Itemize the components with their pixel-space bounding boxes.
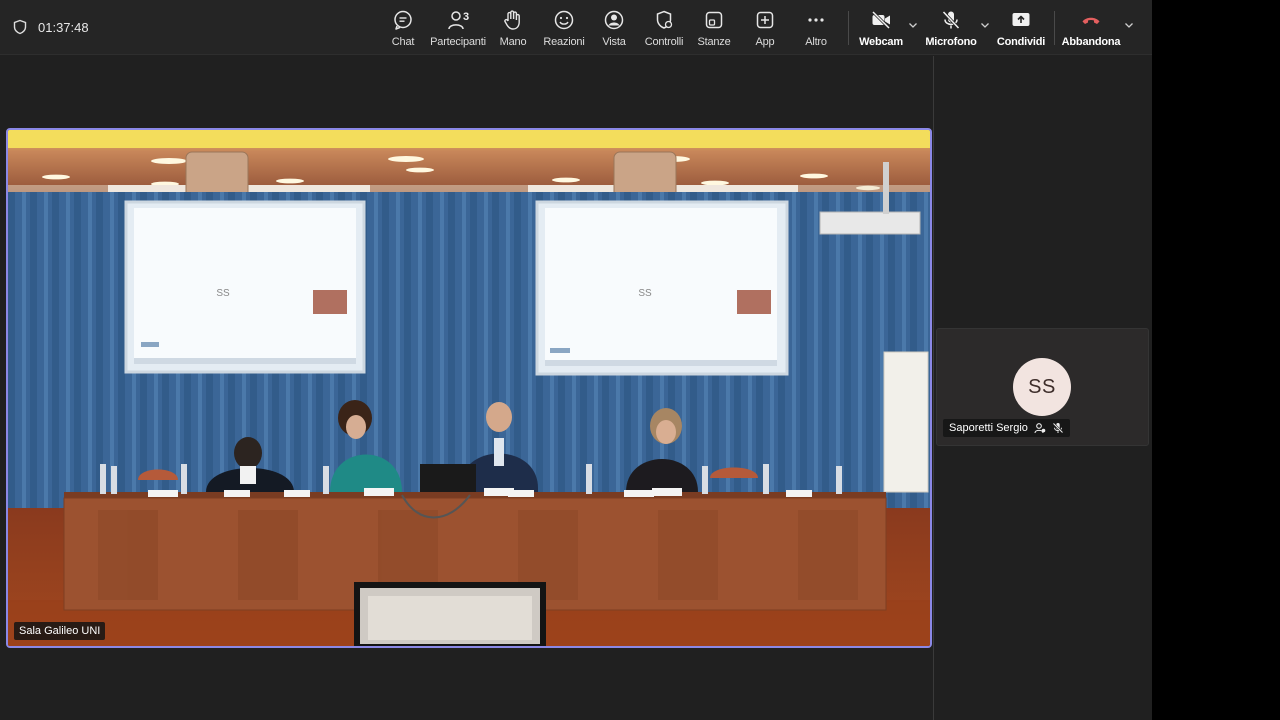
view-button[interactable]: Vista <box>586 6 642 50</box>
shield-settings-icon <box>656 10 673 29</box>
mic-off-icon <box>1052 422 1064 434</box>
chevron-down-icon <box>1125 23 1133 28</box>
breakout-rooms-button[interactable]: Stanze <box>686 6 742 50</box>
participants-count: 3 <box>463 11 470 23</box>
chat-button[interactable]: Chat <box>375 6 431 50</box>
video-tile-name: Sala Galileo UNI <box>14 622 106 640</box>
share-label: Condividi <box>996 36 1046 48</box>
participant-name-tag: Saporetti Sergio <box>943 419 1070 437</box>
apps-button[interactable]: App <box>737 6 793 50</box>
rooms-label: Stanze <box>697 36 731 48</box>
participant-name: Saporetti Sergio <box>949 422 1028 434</box>
projector-screen-initials-right: SS <box>638 288 652 299</box>
projector-screen-initials-left: SS <box>216 288 230 299</box>
hand-label: Mano <box>499 36 527 48</box>
microphone-label: Microfono <box>925 36 977 48</box>
raise-hand-button[interactable]: Mano <box>485 6 541 50</box>
conference-room-video: SS SS <box>8 130 930 646</box>
stage-divider <box>933 56 934 720</box>
smiley-icon <box>554 10 574 30</box>
chevron-down-icon <box>909 23 917 28</box>
toolbar-separator <box>1054 11 1055 45</box>
controls-label: Controlli <box>644 36 684 48</box>
share-button[interactable]: Condividi <box>993 6 1049 50</box>
more-label: Altro <box>805 36 827 48</box>
outside-window-area <box>1152 0 1280 720</box>
chat-label: Chat <box>391 36 415 48</box>
view-label: Vista <box>602 36 626 48</box>
more-icon <box>808 18 824 22</box>
hand-icon <box>504 10 520 30</box>
webcam-label: Webcam <box>859 36 903 48</box>
organizer-icon <box>1034 423 1046 434</box>
leave-button[interactable]: Abbandona <box>1061 6 1121 50</box>
apps-label: App <box>755 36 775 48</box>
leave-options-chevron[interactable] <box>1123 18 1135 30</box>
hang-up-icon <box>1082 17 1100 24</box>
shield-icon <box>13 19 27 35</box>
add-app-icon <box>756 11 774 29</box>
teams-meeting-window: 01:37:48 Chat 3 Partecipanti Mano Reazio… <box>0 0 1152 720</box>
meeting-timer: 01:37:48 <box>12 17 89 37</box>
webcam-options-chevron[interactable] <box>907 18 919 30</box>
participants-button[interactable]: 3 Partecipanti <box>430 6 486 50</box>
camera-off-icon <box>871 10 891 30</box>
chevron-down-icon <box>981 23 989 28</box>
chat-icon <box>394 10 412 30</box>
participant-tile[interactable]: SS Saporetti Sergio <box>936 328 1149 446</box>
leave-label: Abbandona <box>1061 36 1121 48</box>
reactions-button[interactable]: Reazioni <box>536 6 592 50</box>
meeting-toolbar: 01:37:48 Chat 3 Partecipanti Mano Reazio… <box>0 0 1152 55</box>
toolbar-separator <box>848 11 849 45</box>
main-video-tile[interactable]: SS SS Sala Galileo UNI <box>6 128 932 648</box>
microphone-options-chevron[interactable] <box>979 18 991 30</box>
microphone-button[interactable]: Microfono <box>923 6 979 50</box>
view-icon <box>604 10 624 30</box>
rooms-icon <box>705 11 723 29</box>
avatar: SS <box>1013 358 1071 416</box>
more-button[interactable]: Altro <box>788 6 844 50</box>
mic-off-icon <box>942 10 960 30</box>
participants-label: Partecipanti <box>430 36 486 48</box>
webcam-button[interactable]: Webcam <box>853 6 909 50</box>
reactions-label: Reazioni <box>543 36 585 48</box>
controls-button[interactable]: Controlli <box>636 6 692 50</box>
share-screen-icon <box>1012 13 1030 26</box>
timer-text: 01:37:48 <box>38 19 89 35</box>
